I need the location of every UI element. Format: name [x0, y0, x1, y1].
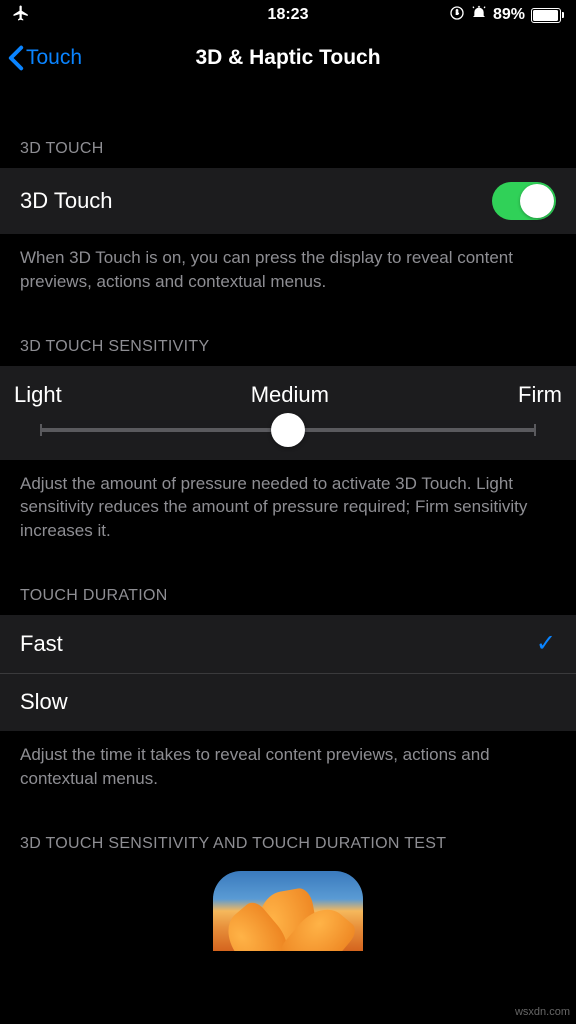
row-label-slow: Slow: [20, 689, 68, 715]
group-duration: Fast ✓ Slow: [0, 615, 576, 731]
section-header-duration: Touch Duration: [0, 573, 576, 615]
slider-label-medium: Medium: [251, 382, 329, 408]
orientation-lock-icon: [449, 5, 465, 26]
airplane-mode-icon: [12, 4, 30, 27]
slider-labels: Light Medium Firm: [14, 382, 562, 408]
row-label-3dtouch: 3D Touch: [20, 188, 113, 214]
slider-label-light: Light: [14, 382, 62, 408]
back-button[interactable]: Touch: [8, 45, 82, 71]
status-right: 89%: [449, 5, 564, 26]
footer-duration: Adjust the time it takes to reveal conte…: [0, 731, 576, 803]
row-3dtouch[interactable]: 3D Touch: [0, 168, 576, 234]
alarm-icon: [471, 5, 487, 26]
section-header-3dtouch: 3D Touch: [0, 126, 576, 168]
toggle-3dtouch[interactable]: [492, 182, 556, 220]
row-duration-fast[interactable]: Fast ✓: [0, 615, 576, 673]
row-label-fast: Fast: [20, 631, 63, 657]
status-bar: 18:23 89%: [0, 0, 576, 30]
status-left: [12, 4, 30, 27]
slider-label-firm: Firm: [518, 382, 562, 408]
chevron-left-icon: [8, 45, 24, 71]
footer-3dtouch: When 3D Touch is on, you can press the d…: [0, 234, 576, 306]
slider-thumb[interactable]: [271, 413, 305, 447]
back-label: Touch: [26, 46, 82, 70]
slider-tick: [40, 424, 42, 436]
test-image-container: [0, 871, 576, 951]
page-title: 3D & Haptic Touch: [195, 46, 380, 70]
section-header-sensitivity: 3D Touch Sensitivity: [0, 324, 576, 366]
group-sensitivity: Light Medium Firm: [0, 366, 576, 460]
status-time: 18:23: [268, 6, 309, 24]
footer-sensitivity: Adjust the amount of pressure needed to …: [0, 460, 576, 555]
toggle-knob: [520, 184, 554, 218]
nav-bar: Touch 3D & Haptic Touch: [0, 30, 576, 86]
content: 3D Touch 3D Touch When 3D Touch is on, y…: [0, 126, 576, 951]
sensitivity-slider[interactable]: [40, 428, 536, 432]
watermark: wsxdn.com: [515, 1006, 570, 1018]
group-3dtouch: 3D Touch: [0, 168, 576, 234]
battery-percentage: 89%: [493, 6, 525, 24]
test-image[interactable]: [213, 871, 363, 951]
battery-icon: [531, 8, 564, 23]
section-header-test: 3D Touch Sensitivity and Touch Duration …: [0, 821, 576, 863]
slider-tick: [534, 424, 536, 436]
row-duration-slow[interactable]: Slow: [0, 673, 576, 731]
checkmark-icon: ✓: [536, 629, 556, 658]
